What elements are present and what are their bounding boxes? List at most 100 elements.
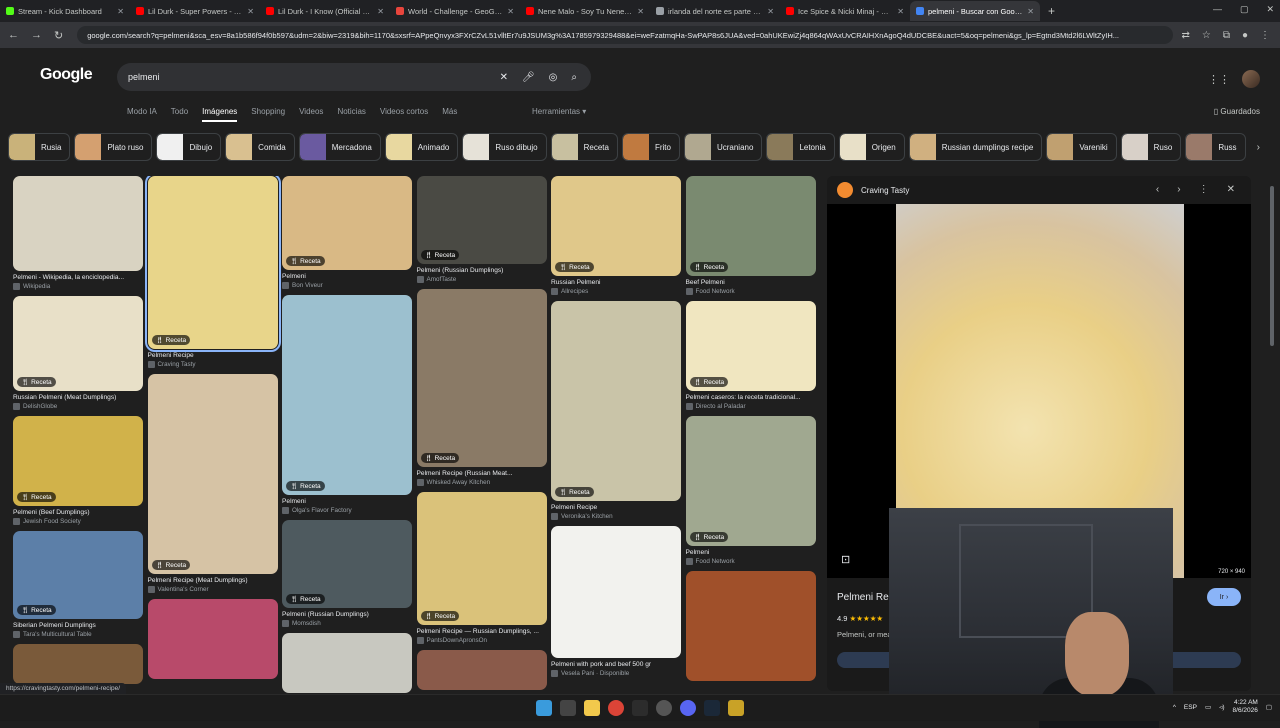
image-result[interactable]: 🍴︎ Receta Pelmeni (Russian Dumplings) Amof… — [416, 176, 547, 283]
tab-close-icon[interactable]: ✕ — [767, 7, 774, 16]
result-title[interactable]: Pelmeni (Russian Dumplings) — [282, 611, 412, 618]
image-result[interactable] — [282, 633, 412, 693]
result-thumbnail[interactable]: 🍴︎ Receta — [416, 289, 547, 467]
translate-icon[interactable]: ⇄ — [1181, 30, 1189, 41]
related-chip[interactable]: Dibujo — [156, 133, 222, 161]
result-thumbnail[interactable]: 🍴︎ Receta — [282, 295, 412, 495]
panel-title[interactable]: Pelmeni Rec — [837, 592, 894, 603]
lens-icon[interactable]: ◎ — [549, 72, 558, 83]
related-chip[interactable]: Origen — [838, 133, 905, 161]
result-title[interactable]: Russian Pelmeni (Meat Dumplings) — [13, 394, 143, 401]
search-tab[interactable]: Modo IA — [127, 107, 157, 122]
related-chip[interactable]: Vareniki — [1046, 133, 1117, 161]
image-result[interactable]: 🍴︎ Receta Russian Pelmeni Allrecipes — [551, 176, 681, 295]
lens-search-icon[interactable]: ⊡ — [841, 553, 850, 566]
browser-tab[interactable]: Lil Durk - Super Powers - YouTu ✕ — [130, 1, 260, 21]
image-result[interactable] — [685, 571, 816, 681]
result-thumbnail[interactable] — [147, 599, 278, 679]
obs-icon[interactable] — [656, 700, 672, 716]
chrome-icon[interactable] — [608, 700, 624, 716]
search-icon[interactable]: ⌕ — [571, 72, 577, 83]
epic-games-icon[interactable] — [632, 700, 648, 716]
tab-close-icon[interactable]: ✕ — [117, 7, 124, 16]
result-thumbnail[interactable]: 🍴︎ Receta — [147, 374, 278, 574]
result-title[interactable]: Pelmeni - Wikipedia, la enciclopedia... — [13, 274, 143, 281]
browser-tab[interactable]: Ice Spice & Nicki Minaj - Prince ✕ — [780, 1, 910, 21]
result-title[interactable]: Pelmeni — [282, 273, 412, 280]
search-tab[interactable]: Más — [442, 107, 457, 122]
search-tab[interactable]: Noticias — [337, 107, 365, 122]
image-result[interactable]: Pelmeni - Wikipedia, la enciclopedia... W… — [13, 176, 143, 290]
notifications-icon[interactable]: ▢ — [1266, 703, 1272, 711]
result-thumbnail[interactable]: 🍴︎ Receta — [685, 416, 816, 546]
steam-icon[interactable] — [704, 700, 720, 716]
image-result[interactable]: 🍴︎ Receta Pelmeni Bon Viveur — [282, 176, 412, 289]
result-thumbnail[interactable] — [551, 526, 681, 658]
tab-close-icon[interactable]: ✕ — [1027, 7, 1034, 16]
windows-start-icon[interactable] — [536, 700, 552, 716]
search-tab[interactable]: Videos cortos — [380, 107, 428, 122]
related-chip[interactable]: Comida — [225, 133, 295, 161]
result-thumbnail[interactable]: 🍴︎ Receta — [144, 176, 281, 352]
result-title[interactable]: Pelmeni Recipe — [148, 352, 278, 359]
more-icon[interactable]: ⋮ — [1199, 184, 1209, 195]
result-thumbnail[interactable] — [13, 176, 143, 271]
result-title[interactable]: Pelmeni Recipe — Russian Dumplings, ... — [417, 628, 547, 635]
discord-icon[interactable] — [680, 700, 696, 716]
result-title[interactable]: Pelmeni Recipe (Meat Dumplings) — [148, 577, 278, 584]
volume-icon[interactable]: ◃) — [1219, 703, 1224, 711]
related-chip[interactable]: Animado — [384, 133, 459, 161]
result-thumbnail[interactable]: 🍴︎ Receta — [416, 492, 547, 625]
result-thumbnail[interactable]: 🍴︎ Receta — [551, 176, 681, 276]
result-thumbnail[interactable]: 🍴︎ Receta — [282, 176, 412, 270]
extensions-icon[interactable]: ⧉ — [1223, 30, 1230, 41]
image-result[interactable]: 🍴︎ Receta Pelmeni Recipe Craving Tasty — [144, 176, 281, 368]
language-indicator[interactable]: ESP — [1184, 704, 1197, 711]
related-chip[interactable]: Receta — [550, 133, 618, 161]
maximize-icon[interactable]: ▢ — [1240, 4, 1249, 15]
browser-tab[interactable]: Lil Durk - I Know (Official Vide ✕ — [260, 1, 390, 21]
image-result[interactable]: 🍴︎ Receta Pelmeni Food Network — [685, 416, 816, 565]
profile-icon[interactable]: ● — [1242, 30, 1248, 41]
result-title[interactable]: Pelmeni (Russian Dumplings) — [417, 267, 547, 274]
image-result[interactable] — [147, 599, 278, 679]
url-field[interactable]: google.com/search?q=pelmeni&sca_esv=8a1b… — [77, 26, 1174, 44]
avatar[interactable] — [1242, 70, 1260, 88]
clock[interactable]: 4:22 AM 8/6/2026 — [1233, 699, 1258, 715]
mic-icon[interactable]: 🎤︎ — [522, 72, 535, 83]
related-chip[interactable]: Plato ruso — [74, 133, 153, 161]
image-result[interactable]: 🍴︎ Receta Pelmeni (Russian Dumplings) Moms… — [282, 520, 412, 627]
go-button[interactable]: Ir › — [1207, 588, 1241, 606]
result-thumbnail[interactable] — [416, 650, 547, 690]
result-title[interactable]: Pelmeni — [282, 498, 412, 505]
image-result[interactable]: 🍴︎ Receta Pelmeni Recipe (Russian Meat...… — [416, 289, 547, 486]
bookmark-star-icon[interactable]: ☆ — [1202, 30, 1211, 41]
result-thumbnail[interactable]: 🍴︎ Receta — [551, 301, 681, 501]
image-result[interactable] — [416, 650, 547, 690]
related-chip[interactable]: Mercadona — [298, 133, 381, 161]
result-title[interactable]: Pelmeni with pork and beef 500 gr — [551, 661, 681, 668]
result-title[interactable]: Pelmeni (Beef Dumplings) — [13, 509, 143, 516]
panel-source[interactable]: Craving Tasty — [837, 182, 909, 198]
browser-tab[interactable]: Stream - Kick Dashboard ✕ — [0, 1, 130, 21]
browser-tab[interactable]: Nene Malo - Soy Tu Nene Mal ✕ — [520, 1, 650, 21]
image-result[interactable]: 🍴︎ Receta Pelmeni Recipe — Russian Dumpli… — [416, 492, 547, 644]
image-result[interactable]: Pelmeni with pork and beef 500 gr Vesela … — [551, 526, 681, 677]
related-chip[interactable]: Frito — [621, 133, 680, 161]
image-result[interactable]: 🍴︎ Receta Pelmeni (Beef Dumplings) Jewish … — [13, 416, 143, 525]
search-input[interactable]: pelmeni — [117, 72, 500, 82]
result-thumbnail[interactable] — [282, 633, 412, 693]
search-box[interactable]: pelmeni ✕ 🎤︎ ◎ ⌕ — [117, 63, 591, 91]
result-title[interactable]: Pelmeni caseros: la receta tradicional..… — [686, 394, 816, 401]
result-thumbnail[interactable]: 🍴︎ Receta — [13, 416, 143, 506]
prev-icon[interactable]: ‹ — [1156, 184, 1159, 195]
close-window-icon[interactable]: ✕ — [1266, 4, 1274, 15]
tray-chevron-icon[interactable]: ^ — [1173, 704, 1176, 711]
reload-icon[interactable]: ↻ — [54, 29, 63, 42]
next-icon[interactable]: › — [1177, 184, 1180, 195]
app-icon[interactable] — [728, 700, 744, 716]
tab-close-icon[interactable]: ✕ — [897, 7, 904, 16]
search-taskbar-icon[interactable] — [560, 700, 576, 716]
image-result[interactable] — [13, 644, 143, 684]
related-chip[interactable]: Letonia — [766, 133, 835, 161]
